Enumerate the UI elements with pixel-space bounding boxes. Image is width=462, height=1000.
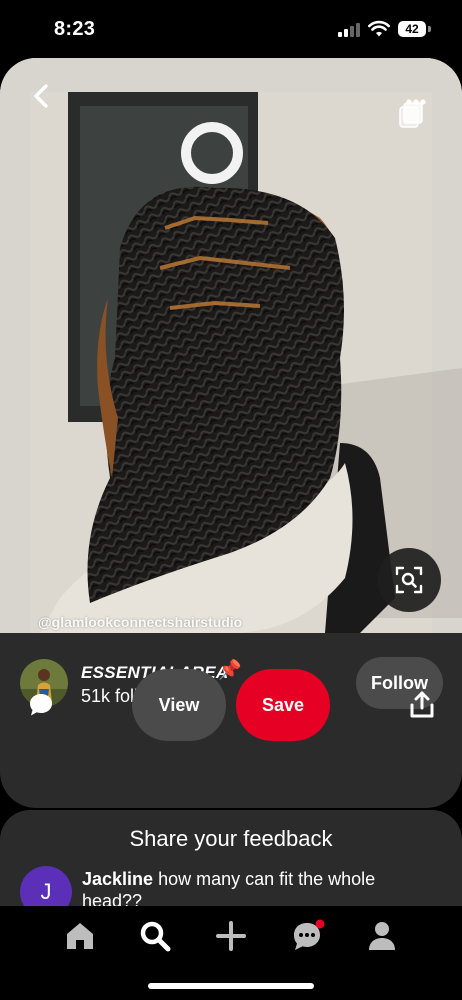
pin-card: @glamlookconnectshairstudio 📌 51k Follow: [0, 58, 462, 808]
pin-image[interactable]: @glamlookconnectshairstudio: [0, 58, 462, 633]
status-bar: 8:23 42: [0, 0, 462, 58]
notification-dot: [315, 919, 325, 929]
visual-search-button[interactable]: [377, 548, 441, 612]
stack-icon[interactable]: [396, 98, 430, 130]
home-indicator: [148, 983, 314, 989]
comment-icon[interactable]: [27, 691, 55, 719]
comment-author[interactable]: Jackline: [82, 869, 153, 889]
save-button[interactable]: Save: [236, 669, 330, 741]
image-watermark: @glamlookconnectshairstudio: [38, 614, 243, 630]
battery-nub: [428, 26, 431, 32]
messages-icon[interactable]: [289, 918, 325, 954]
chevron-left-icon[interactable]: [26, 80, 58, 112]
home-icon[interactable]: [62, 918, 98, 954]
view-button[interactable]: View: [132, 669, 226, 741]
pushpin-emoji: 📌: [218, 660, 242, 681]
comment: Jackline how many can fit the whole head…: [82, 868, 422, 910]
commenter-avatar[interactable]: J: [20, 866, 72, 910]
battery-level: 42: [398, 21, 426, 37]
status-time: 8:23: [54, 18, 96, 40]
wifi-icon: [368, 20, 390, 37]
visual-search-icon: [395, 566, 423, 594]
creator-row: ESSENTIALAREA 📌 51k followers Follow: [0, 633, 462, 733]
share-icon[interactable]: [408, 690, 436, 720]
profile-icon[interactable]: [364, 918, 400, 954]
feedback-panel: Share your feedback J Jackline how many …: [0, 810, 462, 910]
cellular-signal-icon: [338, 23, 362, 37]
feedback-title: Share your feedback: [129, 826, 333, 851]
braids-photo: [0, 58, 462, 633]
search-icon[interactable]: [137, 918, 173, 954]
create-icon[interactable]: [213, 918, 249, 954]
